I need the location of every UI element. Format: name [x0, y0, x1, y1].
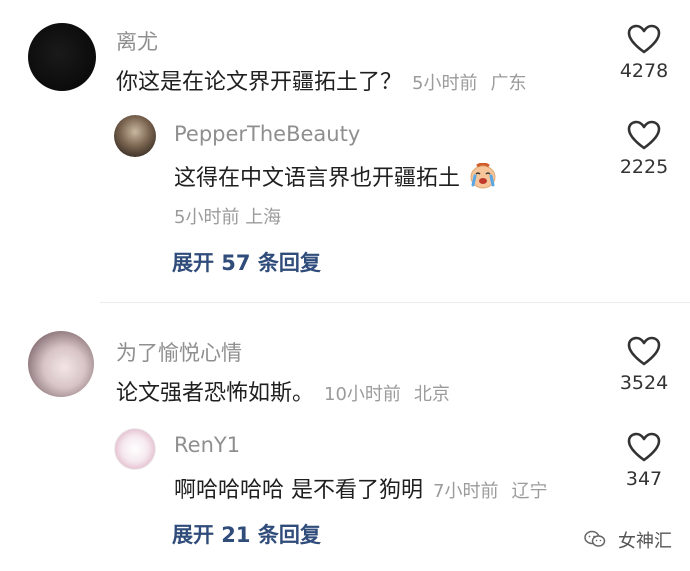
comment-username[interactable]: 为了愉悦心情 [116, 337, 242, 367]
comment-time: 10小时前 [324, 384, 401, 405]
reply-username[interactable]: PepperTheBeauty [174, 122, 360, 146]
watermark-text: 女神汇 [618, 530, 672, 552]
comment-location: 广东 [490, 73, 527, 94]
comment-text: 你这是在论文界开疆拓土了？ 5小时前 广东 [116, 64, 526, 96]
avatar[interactable] [28, 331, 94, 397]
like-count: 347 [625, 468, 663, 490]
like-button[interactable]: 347 [609, 432, 679, 490]
like-count: 4278 [619, 60, 669, 82]
comment-location: 北京 [413, 384, 450, 405]
reply-time: 5小时前 [174, 207, 240, 228]
comment-body: 论文强者恐怖如斯。 [116, 381, 315, 406]
like-count: 3524 [619, 372, 669, 394]
reply-text: 啊哈哈哈哈 是不看了狗明 7小时前 辽宁 [174, 472, 547, 504]
like-button[interactable]: 3524 [609, 336, 679, 394]
like-count: 2225 [619, 156, 669, 178]
reply-time: 7小时前 [433, 481, 499, 502]
like-button[interactable]: 4278 [609, 24, 679, 82]
heart-icon [627, 336, 661, 366]
comment-username[interactable]: 离尤 [116, 26, 158, 56]
watermark: 女神汇 [584, 527, 672, 554]
expand-replies-button[interactable]: 展开 21 条回复 [172, 519, 321, 549]
reply-text: 这得在中文语言界也开疆拓土 [174, 160, 497, 195]
reply-location: 上海 [245, 207, 282, 228]
reply-meta: 5小时前 上海 [174, 203, 281, 229]
comment-time: 5小时前 [412, 73, 478, 94]
wechat-icon [584, 530, 606, 553]
heart-icon [627, 24, 661, 54]
avatar[interactable] [114, 428, 156, 470]
heart-icon [627, 432, 661, 462]
reply-body: 啊哈哈哈哈 是不看了狗明 [174, 478, 423, 503]
like-button[interactable]: 2225 [609, 120, 679, 178]
comment-body: 你这是在论文界开疆拓土了？ [116, 70, 403, 95]
avatar[interactable] [114, 115, 156, 157]
divider [100, 302, 690, 303]
comment-text: 论文强者恐怖如斯。 10小时前 北京 [116, 375, 450, 407]
avatar[interactable] [28, 23, 96, 91]
expand-replies-button[interactable]: 展开 57 条回复 [172, 247, 321, 277]
reply-username[interactable]: RenY1 [174, 433, 240, 457]
crying-face-emoji [469, 162, 497, 195]
reply-body: 这得在中文语言界也开疆拓土 [174, 166, 461, 191]
reply-location: 辽宁 [511, 481, 548, 502]
heart-icon [627, 120, 661, 150]
